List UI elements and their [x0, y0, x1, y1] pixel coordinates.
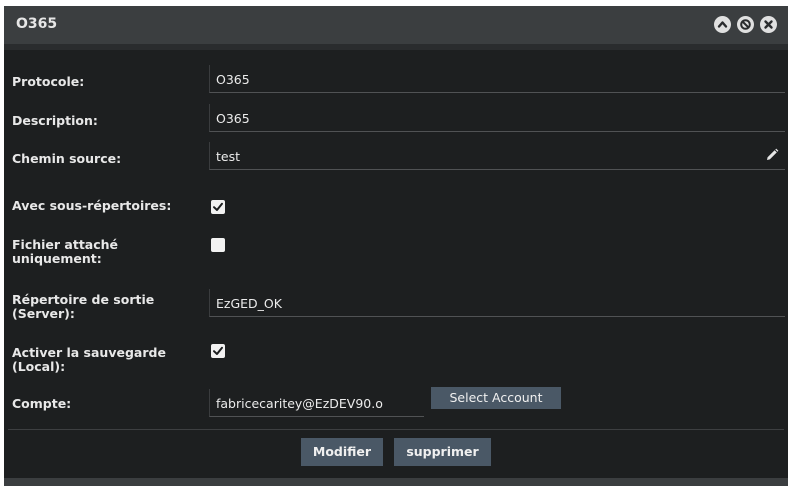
description-field[interactable] — [209, 104, 785, 132]
chevron-up-icon — [717, 21, 728, 28]
activer-sauvegarde-label: Activer la sauvegarde (Local): — [12, 346, 197, 374]
checkmark-icon — [213, 202, 223, 211]
footer-divider — [8, 429, 784, 430]
collapse-button[interactable] — [714, 16, 731, 33]
chemin-source-field[interactable] — [209, 142, 785, 170]
dialog-titlebar: O365 — [4, 6, 788, 44]
fichier-attache-checkbox[interactable] — [211, 238, 225, 252]
block-icon — [740, 19, 751, 30]
o365-dialog: O365 Protocole: Description: Chemin — [4, 6, 788, 486]
checkmark-icon — [213, 346, 223, 355]
titlebar-divider — [4, 44, 788, 50]
compte-label: Compte: — [12, 396, 72, 411]
repertoire-sortie-label-line2: (Server): — [12, 306, 75, 321]
activer-sauvegarde-label-line1: Activer la sauvegarde — [12, 345, 166, 360]
fichier-attache-label-line1: Fichier attaché — [12, 237, 119, 252]
description-input[interactable] — [216, 108, 776, 128]
chemin-source-input[interactable] — [216, 146, 746, 166]
block-button[interactable] — [737, 16, 754, 33]
chemin-source-label: Chemin source: — [12, 151, 122, 166]
compte-input[interactable] — [216, 393, 421, 413]
protocole-label: Protocole: — [12, 74, 85, 89]
pencil-icon[interactable] — [765, 148, 779, 162]
select-account-button[interactable]: Select Account — [431, 387, 561, 409]
protocole-field[interactable] — [209, 65, 785, 93]
compte-field[interactable] — [209, 389, 424, 417]
repertoire-sortie-label: Répertoire de sortie (Server): — [12, 293, 197, 321]
close-icon — [764, 20, 773, 29]
close-button[interactable] — [760, 16, 777, 33]
repertoire-sortie-field[interactable] — [209, 289, 785, 317]
activer-sauvegarde-checkbox[interactable] — [211, 344, 225, 358]
fichier-attache-label-line2: uniquement: — [12, 251, 102, 266]
supprimer-button[interactable]: supprimer — [394, 438, 491, 466]
avec-sous-repertoires-label: Avec sous-répertoires: — [12, 198, 172, 213]
description-label: Description: — [12, 113, 98, 128]
repertoire-sortie-label-line1: Répertoire de sortie — [12, 292, 155, 307]
repertoire-sortie-input[interactable] — [216, 293, 776, 313]
dialog-title: O365 — [16, 16, 58, 32]
protocole-input[interactable] — [216, 69, 776, 89]
activer-sauvegarde-label-line2: (Local): — [12, 359, 66, 374]
fichier-attache-label: Fichier attaché uniquement: — [12, 238, 197, 266]
avec-sous-repertoires-checkbox[interactable] — [211, 200, 225, 214]
modifier-button[interactable]: Modifier — [301, 438, 383, 466]
dialog-bottom-bar — [4, 478, 788, 486]
